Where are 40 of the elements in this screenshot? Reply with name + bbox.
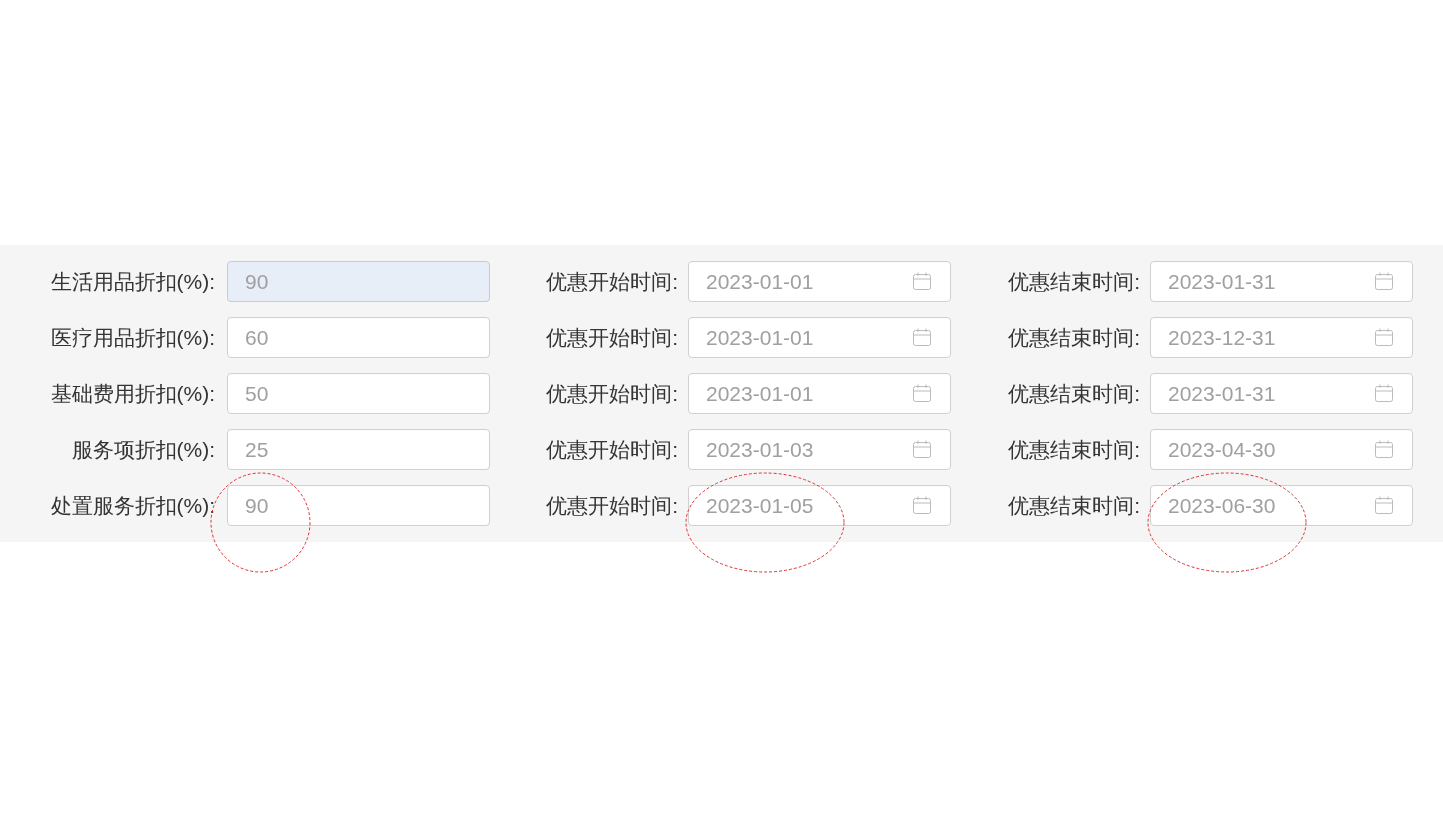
calendar-icon <box>1374 383 1394 403</box>
date-field[interactable]: 2023-04-30 <box>1150 429 1413 470</box>
calendar-icon <box>912 495 932 515</box>
input-field[interactable]: 60 <box>227 317 490 358</box>
field-label: 基础费用折扣(%): <box>50 380 215 407</box>
field-label: 优惠结束时间: <box>1008 492 1140 519</box>
calendar-icon <box>1374 271 1394 291</box>
field-label: 优惠结束时间: <box>1008 268 1140 295</box>
calendar-icon <box>1374 327 1394 347</box>
field-label: 医疗用品折扣(%): <box>50 324 215 351</box>
input-field[interactable]: 90 <box>227 261 490 302</box>
calendar-icon <box>912 271 932 291</box>
input-field[interactable]: 25 <box>227 429 490 470</box>
field-label: 优惠开始时间: <box>546 380 678 407</box>
field-label: 优惠结束时间: <box>1008 436 1140 463</box>
calendar-icon <box>912 327 932 347</box>
calendar-icon <box>1374 439 1394 459</box>
date-field[interactable]: 2023-01-31 <box>1150 373 1413 414</box>
date-field[interactable]: 2023-01-01 <box>688 261 951 302</box>
field-label: 优惠结束时间: <box>1008 380 1140 407</box>
calendar-icon <box>1374 495 1394 515</box>
field-label: 优惠开始时间: <box>546 268 678 295</box>
calendar-icon <box>912 383 932 403</box>
input-field[interactable]: 50 <box>227 373 490 414</box>
field-label: 优惠结束时间: <box>1008 324 1140 351</box>
field-label: 生活用品折扣(%): <box>50 268 215 295</box>
date-field[interactable]: 2023-01-05 <box>688 485 951 526</box>
field-label: 优惠开始时间: <box>546 436 678 463</box>
date-field[interactable]: 2023-01-01 <box>688 373 951 414</box>
field-label: 优惠开始时间: <box>546 324 678 351</box>
date-field[interactable]: 2023-06-30 <box>1150 485 1413 526</box>
date-field[interactable]: 2023-01-31 <box>1150 261 1413 302</box>
field-label: 处置服务折扣(%): <box>50 492 215 519</box>
date-field[interactable]: 2023-01-03 <box>688 429 951 470</box>
field-label: 优惠开始时间: <box>546 492 678 519</box>
calendar-icon <box>912 439 932 459</box>
date-field[interactable]: 2023-01-01 <box>688 317 951 358</box>
date-field[interactable]: 2023-12-31 <box>1150 317 1413 358</box>
input-field[interactable]: 90 <box>227 485 490 526</box>
field-label: 服务项折扣(%): <box>71 436 215 463</box>
